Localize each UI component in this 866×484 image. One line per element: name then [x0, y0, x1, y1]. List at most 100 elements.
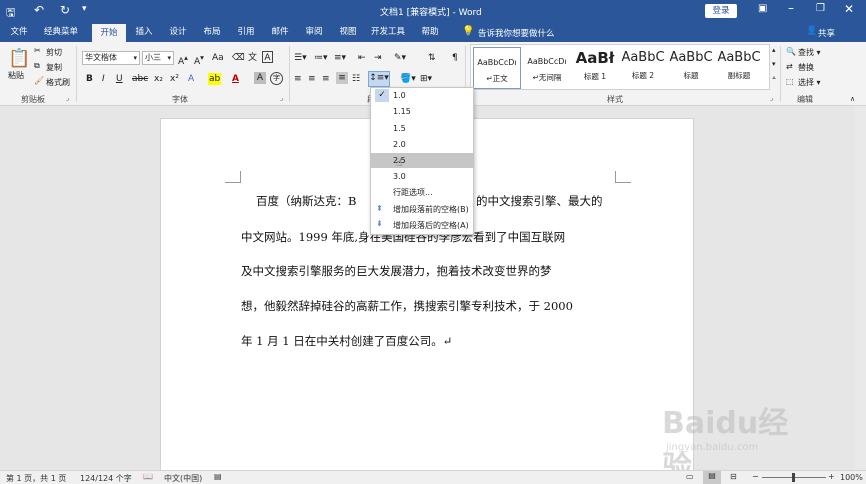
- menu-item-spacing-1-5[interactable]: 1.5: [371, 121, 473, 136]
- menu-item-line-spacing-options[interactable]: 行距选项...: [371, 185, 473, 200]
- dialog-launcher-icon[interactable]: ⌟: [280, 95, 283, 102]
- menu-item-spacing-1-15[interactable]: 1.15: [371, 104, 473, 119]
- undo-icon[interactable]: ↶: [34, 3, 44, 17]
- copy-button[interactable]: 复制: [46, 62, 62, 73]
- increase-indent-icon[interactable]: ⇥: [374, 52, 382, 64]
- ribbon-display-icon[interactable]: ▣: [758, 3, 767, 14]
- grow-font-icon[interactable]: A▴: [178, 52, 188, 68]
- zoom-in-icon[interactable]: +: [828, 472, 835, 481]
- tab-layout[interactable]: 布局: [196, 22, 228, 42]
- macro-icon[interactable]: ▤: [214, 472, 222, 481]
- char-border-icon[interactable]: A: [262, 51, 273, 63]
- find-icon[interactable]: 🔍: [786, 47, 796, 56]
- clear-format-icon[interactable]: ⌫: [232, 52, 245, 64]
- web-layout-icon[interactable]: ⊟: [730, 472, 737, 481]
- bullets-icon[interactable]: ☰▾: [294, 52, 307, 64]
- change-case-icon[interactable]: Aa: [212, 52, 224, 64]
- replace-icon[interactable]: ⇄: [786, 62, 793, 71]
- scroll-down-icon[interactable]: ▾: [772, 60, 776, 68]
- format-painter-icon[interactable]: 🖌: [34, 76, 44, 85]
- style-subtitle[interactable]: AaBbC 副标题: [715, 47, 763, 89]
- tab-mailings[interactable]: 邮件: [264, 22, 296, 42]
- tab-insert[interactable]: 插入: [128, 22, 160, 42]
- align-center-icon[interactable]: ≡: [308, 73, 316, 85]
- share-icon[interactable]: 👤: [806, 26, 817, 36]
- align-left-icon[interactable]: ≡: [294, 73, 302, 85]
- language-status[interactable]: 中文(中国): [164, 473, 202, 484]
- tab-file[interactable]: 文件: [4, 22, 34, 42]
- close-icon[interactable]: ✕: [844, 2, 854, 16]
- minimize-icon[interactable]: –: [788, 1, 794, 15]
- tab-design[interactable]: 设计: [162, 22, 194, 42]
- text-effects-icon[interactable]: A: [188, 73, 194, 85]
- select-icon[interactable]: ⬚: [786, 77, 794, 86]
- superscript-icon[interactable]: x²: [170, 73, 179, 85]
- dialog-launcher-icon[interactable]: ⌟: [770, 95, 773, 102]
- style-heading-1[interactable]: AaBł 标题 1: [571, 47, 619, 89]
- font-name-combo[interactable]: 华文楷体 ▾: [82, 51, 140, 65]
- decrease-indent-icon[interactable]: ⇤: [358, 52, 366, 64]
- menu-item-add-space-after[interactable]: 增加段落后的空格(A): [371, 218, 473, 233]
- subscript-icon[interactable]: x₂: [154, 73, 163, 85]
- underline-button[interactable]: U: [116, 73, 123, 85]
- tab-review[interactable]: 审阅: [298, 22, 330, 42]
- tab-home[interactable]: 开始: [92, 24, 126, 42]
- format-painter-button[interactable]: 格式刷: [46, 77, 70, 88]
- menu-item-add-space-before[interactable]: 增加段落前的空格(B): [371, 202, 473, 217]
- tab-view[interactable]: 视图: [332, 22, 364, 42]
- italic-button[interactable]: I: [102, 73, 105, 85]
- strikethrough-icon[interactable]: abc: [132, 73, 148, 85]
- sort-icon[interactable]: ⇅: [428, 52, 436, 64]
- more-styles-icon[interactable]: ⩡: [772, 74, 776, 83]
- vertical-scrollbar[interactable]: [855, 106, 866, 470]
- share-button[interactable]: 共享: [818, 27, 835, 39]
- style-title[interactable]: AaBbC 标题: [667, 47, 715, 89]
- zoom-out-icon[interactable]: −: [752, 472, 759, 481]
- restore-icon[interactable]: ❐: [816, 3, 825, 14]
- cut-button[interactable]: 剪切: [46, 47, 62, 58]
- redo-icon[interactable]: ↻: [60, 3, 70, 17]
- font-color-icon[interactable]: A: [232, 73, 239, 85]
- zoom-level[interactable]: 100%: [840, 473, 863, 482]
- tab-classic-menu[interactable]: 经典菜单: [34, 22, 88, 42]
- zoom-slider-thumb[interactable]: [792, 473, 795, 482]
- customize-qat-icon[interactable]: ▾: [82, 4, 87, 14]
- login-button[interactable]: 登录: [705, 4, 737, 18]
- dialog-launcher-icon[interactable]: ⌟: [66, 95, 69, 102]
- collapse-ribbon-icon[interactable]: ∧: [850, 95, 855, 103]
- style-heading-2[interactable]: AaBbC 标题 2: [619, 47, 667, 89]
- shading-icon[interactable]: 🪣▾: [400, 73, 416, 85]
- char-shading-icon[interactable]: A: [254, 72, 266, 84]
- menu-item-spacing-2-5[interactable]: 2.5: [371, 153, 473, 168]
- style-normal[interactable]: AaBbCcDı ↵正文: [473, 47, 521, 89]
- chinese-layout-icon[interactable]: ✎▾: [394, 52, 406, 64]
- borders-icon[interactable]: ⊞▾: [420, 73, 432, 85]
- menu-item-spacing-2-0[interactable]: 2.0: [371, 137, 473, 152]
- tab-references[interactable]: 引用: [230, 22, 262, 42]
- print-layout-icon[interactable]: ▤: [703, 471, 721, 484]
- find-button[interactable]: 查找 ▾: [798, 47, 821, 58]
- copy-icon[interactable]: ⧉: [34, 61, 40, 71]
- tab-developer[interactable]: 开发工具: [366, 22, 410, 42]
- paste-icon[interactable]: 📋: [8, 48, 30, 69]
- replace-button[interactable]: 替换: [798, 62, 814, 73]
- numbering-icon[interactable]: ≔▾: [314, 52, 328, 64]
- menu-item-spacing-1-0[interactable]: 1.0: [371, 88, 473, 103]
- distribute-icon[interactable]: ☷: [352, 73, 360, 85]
- tab-help[interactable]: 帮助: [414, 22, 446, 42]
- show-marks-icon[interactable]: ¶: [452, 52, 458, 64]
- proofing-icon[interactable]: 📖: [143, 472, 153, 481]
- bold-button[interactable]: B: [86, 73, 93, 85]
- save-icon[interactable]: 🖫: [6, 4, 15, 23]
- menu-item-spacing-3-0[interactable]: 3.0: [371, 169, 473, 184]
- scroll-up-icon[interactable]: ▴: [772, 46, 776, 54]
- paste-button[interactable]: 粘贴: [8, 70, 24, 81]
- select-button[interactable]: 选择 ▾: [798, 77, 821, 88]
- phonetic-icon[interactable]: 文: [248, 52, 257, 64]
- shrink-font-icon[interactable]: A▾: [194, 52, 204, 68]
- read-mode-icon[interactable]: ▭: [686, 472, 694, 481]
- highlight-icon[interactable]: ab: [208, 73, 222, 85]
- font-size-combo[interactable]: 小三 ▾: [142, 51, 174, 65]
- tell-me-input[interactable]: 告诉我你想要做什么: [478, 27, 555, 39]
- multilevel-list-icon[interactable]: ≡▾: [334, 52, 346, 64]
